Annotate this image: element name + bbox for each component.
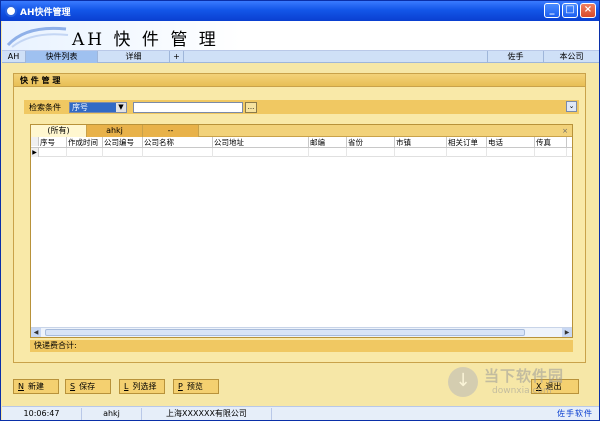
- close-icon[interactable]: ×: [562, 125, 568, 137]
- column-header[interactable]: 传真: [535, 137, 567, 148]
- column-header[interactable]: 邮编: [309, 137, 347, 148]
- status-time: 10:06:47: [2, 407, 82, 420]
- column-header[interactable]: 作成时间: [67, 137, 103, 148]
- close-icon[interactable]: ×: [580, 3, 596, 18]
- status-user: ahkj: [82, 407, 142, 420]
- data-grid: (所有) ahkj -- × 序号 作成时间 公司编号 公司名称 公司地址 邮编…: [30, 124, 573, 338]
- search-bar: 检索条件 序号 ▼ ... ⌄: [24, 100, 579, 114]
- current-row-icon: ▶: [31, 148, 39, 157]
- column-header[interactable]: 电话: [487, 137, 535, 148]
- tab-detail[interactable]: 详细: [98, 51, 170, 63]
- column-select-hotkey: L: [124, 382, 129, 391]
- table-row[interactable]: ▶: [31, 148, 572, 157]
- grid-header: 序号 作成时间 公司编号 公司名称 公司地址 邮编 省份 市镇 相关订单 电话 …: [31, 137, 572, 148]
- column-header[interactable]: 序号: [39, 137, 67, 148]
- search-field-select[interactable]: 序号 ▼: [69, 101, 127, 113]
- column-header[interactable]: 相关订单: [447, 137, 487, 148]
- new-button[interactable]: N 新建: [13, 379, 59, 394]
- preview-hotkey: P: [178, 382, 183, 391]
- app-icon: [5, 5, 17, 17]
- column-header[interactable]: 公司编号: [103, 137, 143, 148]
- column-select-label: 列选择: [132, 382, 157, 391]
- status-bar: 10:06:47 ahkj 上海XXXXXX有限公司 佐手软件: [2, 406, 599, 420]
- tab-add[interactable]: +: [170, 51, 184, 63]
- horizontal-scrollbar[interactable]: ◀ ▶: [31, 327, 572, 337]
- filter-tab-other[interactable]: --: [143, 125, 199, 137]
- preview-label: 预览: [186, 382, 203, 391]
- preview-button[interactable]: P 预览: [173, 379, 219, 394]
- express-management-panel: 快 件 管 理 检索条件 序号 ▼ ... ⌄ (所有) ahkj -- × 序…: [13, 73, 586, 363]
- status-brand: 佐手软件: [557, 409, 593, 418]
- column-select-button[interactable]: L 列选择: [119, 379, 165, 394]
- chevron-down-icon[interactable]: ▼: [116, 102, 126, 112]
- new-hotkey: N: [18, 382, 24, 391]
- banner-brand: AH 快 件 管 理: [72, 30, 219, 50]
- scrollbar-thumb[interactable]: [45, 329, 525, 336]
- tab-ah[interactable]: AH: [2, 51, 26, 63]
- save-hotkey: S: [70, 382, 76, 391]
- window-controls: _ □ ×: [544, 3, 596, 18]
- download-icon: ↓: [448, 367, 478, 397]
- header-corner: [31, 137, 39, 146]
- nav-tabs: AH 快件列表 详细 + 佐手 本公司: [2, 51, 599, 63]
- watermark: ↓ 当下软件园 downxia.com: [448, 363, 598, 405]
- search-field-value: 序号: [70, 102, 116, 112]
- watermark-en: downxia.com: [492, 386, 552, 396]
- column-header[interactable]: 公司名称: [143, 137, 213, 148]
- browse-button[interactable]: ...: [245, 101, 257, 113]
- tab-our-company[interactable]: 本公司: [543, 51, 599, 63]
- tab-express-list[interactable]: 快件列表: [26, 51, 98, 63]
- save-button[interactable]: S 保存: [65, 379, 111, 394]
- grid-filter-tabs: (所有) ahkj -- ×: [31, 125, 572, 137]
- save-label: 保存: [79, 382, 96, 391]
- tab-zuoshou[interactable]: 佐手: [487, 51, 543, 63]
- filter-tab-ahkj[interactable]: ahkj: [87, 125, 143, 137]
- status-company: 上海XXXXXX有限公司: [142, 407, 272, 420]
- search-label: 检索条件: [29, 102, 61, 112]
- column-header[interactable]: 公司地址: [213, 137, 309, 148]
- maximize-icon[interactable]: □: [562, 3, 578, 18]
- search-input[interactable]: [133, 101, 243, 113]
- total-fee-row: 快递费合计:: [30, 340, 573, 352]
- watermark-cn: 当下软件园: [484, 367, 565, 385]
- minimize-icon[interactable]: _: [544, 3, 560, 18]
- app-banner: AH 快 件 管 理: [2, 21, 599, 51]
- scroll-left-icon[interactable]: ◀: [31, 328, 41, 337]
- filter-tab-all[interactable]: (所有): [31, 125, 87, 137]
- expand-icon[interactable]: ⌄: [566, 101, 577, 112]
- window-title: AH快件管理: [20, 7, 71, 18]
- column-header[interactable]: 市镇: [395, 137, 447, 148]
- app-window: AH快件管理 _ □ × AH 快 件 管 理 AH 快件列表 详细 + 佐手 …: [0, 0, 600, 421]
- logo-swoosh-icon: [6, 26, 69, 48]
- panel-title: 快 件 管 理: [14, 74, 585, 87]
- new-label: 新建: [27, 382, 44, 391]
- title-bar[interactable]: AH快件管理 _ □ ×: [1, 1, 599, 21]
- scroll-right-icon[interactable]: ▶: [562, 328, 572, 337]
- column-header[interactable]: 省份: [347, 137, 395, 148]
